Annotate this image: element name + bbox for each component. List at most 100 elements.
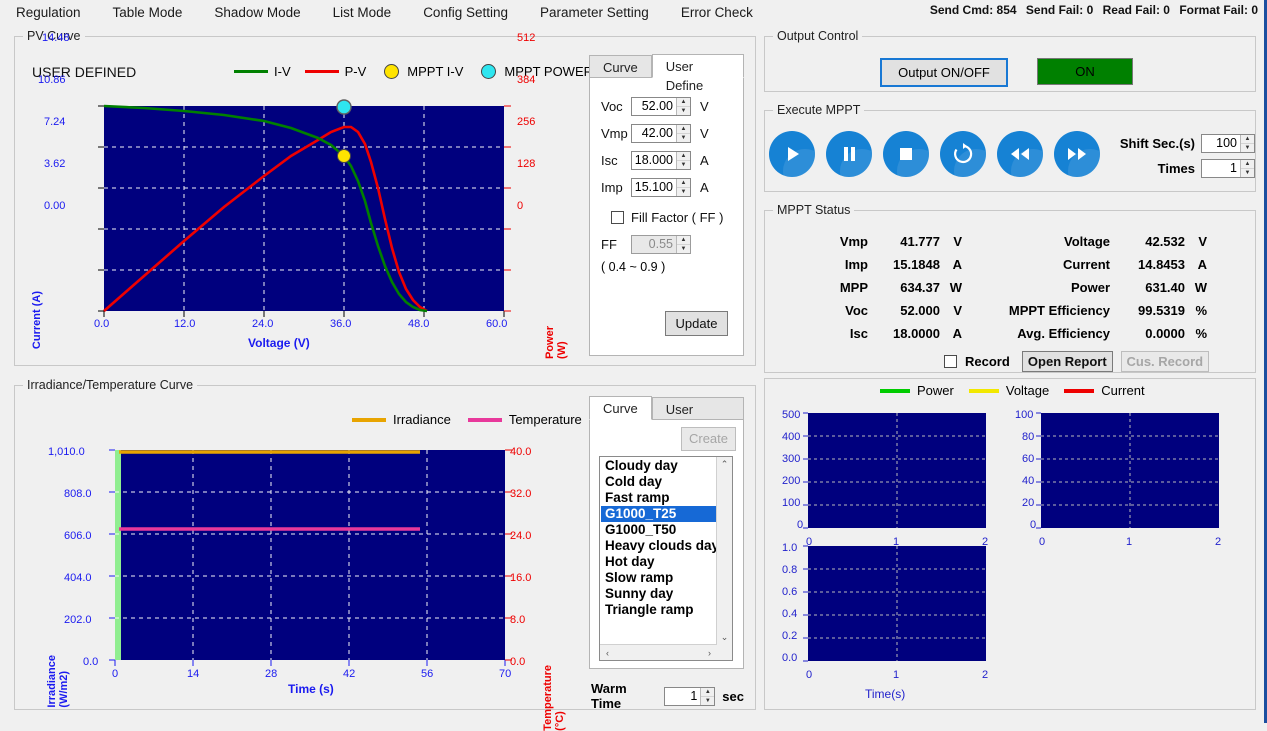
scroll-down-icon[interactable]: ⌄ xyxy=(717,630,732,645)
times-spin-down[interactable]: ▼ xyxy=(1241,169,1254,177)
imp-spin-down[interactable]: ▼ xyxy=(677,188,690,196)
warm-time-input[interactable]: 1 ▲ ▼ xyxy=(664,686,716,706)
list-item[interactable]: Slow ramp xyxy=(601,570,716,586)
pause-icon xyxy=(844,147,855,161)
isc-input[interactable]: 18.000 ▲ ▼ xyxy=(631,151,691,170)
isc-spin-down[interactable]: ▼ xyxy=(677,161,690,169)
shift-sec-spin-up[interactable]: ▲ xyxy=(1241,135,1254,144)
status-label-mppt-efficiency: MPPT Efficiency xyxy=(1008,303,1110,318)
times-spinner-arrows[interactable]: ▲ ▼ xyxy=(1240,160,1254,177)
status-label-voc: Voc xyxy=(845,303,868,318)
scroll-right-icon[interactable]: › xyxy=(702,645,717,660)
list-item[interactable]: Fast ramp xyxy=(601,490,716,506)
warm-time-spin-up[interactable]: ▲ xyxy=(701,688,715,697)
list-item-selected[interactable]: G1000_T25 xyxy=(601,506,716,522)
menu-item-parameter-setting[interactable]: Parameter Setting xyxy=(524,3,665,22)
fill-factor-checkbox[interactable] xyxy=(611,211,624,224)
menu-item-table-mode[interactable]: Table Mode xyxy=(97,3,199,22)
menu-item-error-check[interactable]: Error Check xyxy=(665,3,769,22)
vmp-value[interactable]: 42.00 xyxy=(632,125,676,142)
weather-curve-listbox[interactable]: Cloudy day Cold day Fast ramp G1000_T25 … xyxy=(599,456,733,661)
times-input[interactable]: 1 ▲ ▼ xyxy=(1201,159,1255,178)
status-unit-mppt-efficiency: % xyxy=(1195,303,1207,318)
isc-spin-up[interactable]: ▲ xyxy=(677,152,690,161)
list-horizontal-scrollbar[interactable]: ‹ › xyxy=(600,644,717,660)
vmp-spinner-arrows[interactable]: ▲ ▼ xyxy=(676,125,690,142)
forward-button[interactable] xyxy=(1054,131,1100,177)
output-onoff-button[interactable]: Output ON/OFF xyxy=(880,58,1008,87)
record-label: Record xyxy=(965,354,1010,369)
scroll-up-icon[interactable]: ⌃ xyxy=(717,457,732,472)
list-item[interactable]: Cold day xyxy=(601,474,716,490)
open-report-button[interactable]: Open Report xyxy=(1021,351,1113,372)
voc-value[interactable]: 52.00 xyxy=(632,98,676,115)
tab-pv-user-define[interactable]: User Define xyxy=(651,54,744,93)
stop-icon xyxy=(900,148,912,160)
fill-factor-label: Fill Factor ( FF ) xyxy=(631,210,724,225)
warm-time-value[interactable]: 1 xyxy=(665,688,700,705)
status-label-isc: Isc xyxy=(849,326,868,341)
output-control-title: Output Control xyxy=(773,29,863,43)
menu-item-regulation[interactable]: Regulation xyxy=(0,3,97,22)
shift-sec-value[interactable]: 100 xyxy=(1202,135,1240,152)
voc-spin-up[interactable]: ▲ xyxy=(677,98,690,107)
warm-time-spin-down[interactable]: ▼ xyxy=(701,697,714,705)
imp-spinner-arrows[interactable]: ▲ ▼ xyxy=(676,179,690,196)
list-item[interactable]: G1000_T50 xyxy=(601,522,716,538)
rewind-button[interactable] xyxy=(997,131,1043,177)
isc-value[interactable]: 18.000 xyxy=(632,152,676,169)
voc-spin-down[interactable]: ▼ xyxy=(677,107,690,115)
play-icon xyxy=(788,147,799,161)
voc-label: Voc xyxy=(601,99,623,114)
tab-irr-user-define[interactable]: User Define xyxy=(651,397,744,436)
voc-field-row: Voc 52.00 ▲ ▼ V xyxy=(601,97,736,116)
vmp-input[interactable]: 42.00 ▲ ▼ xyxy=(631,124,691,143)
play-button[interactable] xyxy=(769,131,815,177)
times-value[interactable]: 1 xyxy=(1202,160,1240,177)
list-item[interactable]: Heavy clouds day xyxy=(601,538,719,554)
imp-input[interactable]: 15.100 ▲ ▼ xyxy=(631,178,691,197)
shift-sec-spinner-arrows[interactable]: ▲ ▼ xyxy=(1240,135,1254,152)
imp-spin-up[interactable]: ▲ xyxy=(677,179,690,188)
stop-button[interactable] xyxy=(883,131,929,177)
menu-item-shadow-mode[interactable]: Shadow Mode xyxy=(198,3,316,22)
vmp-spin-down[interactable]: ▼ xyxy=(677,134,690,142)
status-unit-voc: V xyxy=(953,303,962,318)
voc-spinner-arrows[interactable]: ▲ ▼ xyxy=(676,98,690,115)
create-curve-button: Create xyxy=(681,427,736,451)
list-item[interactable]: Hot day xyxy=(601,554,716,570)
vmp-spin-up[interactable]: ▲ xyxy=(677,125,690,134)
list-item[interactable]: Sunny day xyxy=(601,586,716,602)
tab-pv-curve[interactable]: Curve xyxy=(589,55,652,78)
shift-sec-input[interactable]: 100 ▲ ▼ xyxy=(1201,134,1255,153)
record-checkbox[interactable] xyxy=(944,355,957,368)
tab-irr-curve[interactable]: Curve xyxy=(589,396,652,420)
warm-time-label: Warm Time xyxy=(591,681,627,711)
list-item[interactable]: Cloudy day xyxy=(601,458,716,474)
legend-label-mppt-iv: MPPT I-V xyxy=(407,64,464,79)
shift-sec-spin-down[interactable]: ▼ xyxy=(1241,144,1254,152)
voc-input[interactable]: 52.00 ▲ ▼ xyxy=(631,97,691,116)
current-trend-chart: 1.0 0.8 0.6 0.4 0.2 0.0 0 1 2 Time(s) xyxy=(780,538,995,701)
imp-value[interactable]: 15.100 xyxy=(632,179,676,196)
warm-time-spinner-arrows[interactable]: ▲ ▼ xyxy=(700,687,715,705)
status-value-power: 631.40 xyxy=(1145,280,1185,295)
menu-item-list-mode[interactable]: List Mode xyxy=(317,3,408,22)
scroll-left-icon[interactable]: ‹ xyxy=(600,645,615,660)
status-row-imp: Imp 15.1848 A xyxy=(790,257,1000,272)
vmp-field-row: Vmp 42.00 ▲ ▼ V xyxy=(601,124,736,143)
list-vertical-scrollbar[interactable]: ⌃ ⌄ xyxy=(716,457,732,645)
loop-button[interactable] xyxy=(940,131,986,177)
weather-list-items[interactable]: Cloudy day Cold day Fast ramp G1000_T25 … xyxy=(601,458,719,618)
pv-update-button[interactable]: Update xyxy=(665,311,728,336)
menu-item-config-setting[interactable]: Config Setting xyxy=(407,3,524,22)
ff-input: 0.55 ▲ ▼ xyxy=(631,235,691,254)
pause-button[interactable] xyxy=(826,131,872,177)
isc-spinner-arrows[interactable]: ▲ ▼ xyxy=(676,152,690,169)
fill-factor-row[interactable]: Fill Factor ( FF ) xyxy=(611,210,723,225)
mppt-status-left-column: Vmp 41.777 V Imp 15.1848 A MPP 634.37 W … xyxy=(790,234,1000,341)
times-spin-up[interactable]: ▲ xyxy=(1241,160,1254,169)
status-value-current: 14.8453 xyxy=(1138,257,1185,272)
pv-ytick-3: 10.86 xyxy=(38,74,66,86)
list-item[interactable]: Triangle ramp xyxy=(601,602,716,618)
